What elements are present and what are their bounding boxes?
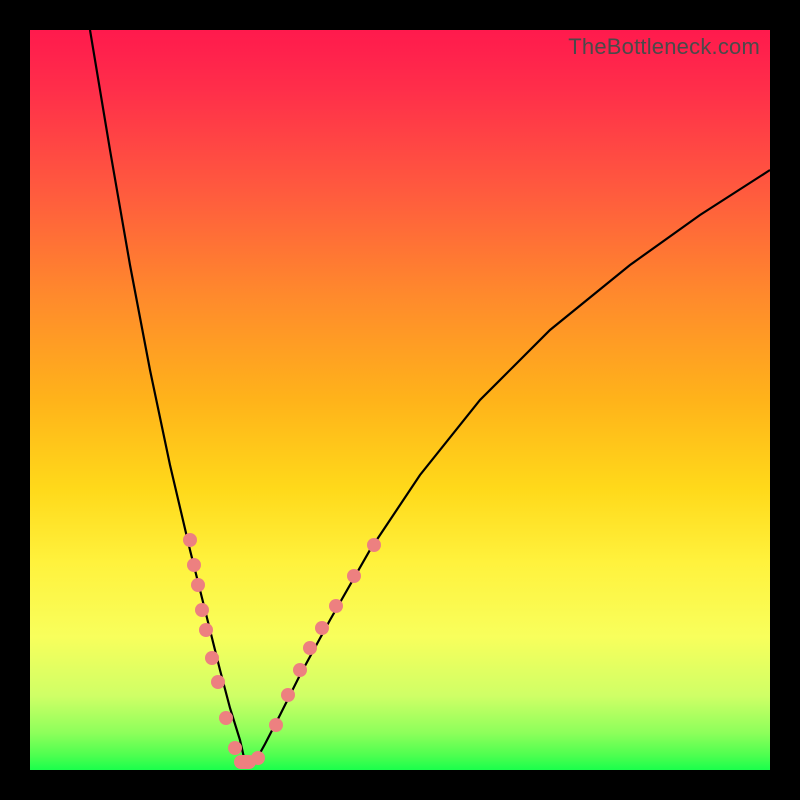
marker-dot [191, 578, 205, 592]
marker-dot [303, 641, 317, 655]
marker-dot [347, 569, 361, 583]
marker-dot [269, 718, 283, 732]
marker-dot [228, 741, 242, 755]
marker-dot [187, 558, 201, 572]
marker-dot [211, 675, 225, 689]
marker-dot [195, 603, 209, 617]
marker-dot [293, 663, 307, 677]
marker-dot [205, 651, 219, 665]
watermark-text: TheBottleneck.com [568, 34, 760, 60]
marker-dot [219, 711, 233, 725]
marker-dot [251, 751, 265, 765]
marker-dot [183, 533, 197, 547]
marker-dot [367, 538, 381, 552]
bottleneck-curve [30, 30, 770, 770]
plot-area: TheBottleneck.com [30, 30, 770, 770]
marker-dot [199, 623, 213, 637]
marker-dot [315, 621, 329, 635]
marker-dot [281, 688, 295, 702]
marker-dot [329, 599, 343, 613]
outer-frame: TheBottleneck.com [0, 0, 800, 800]
